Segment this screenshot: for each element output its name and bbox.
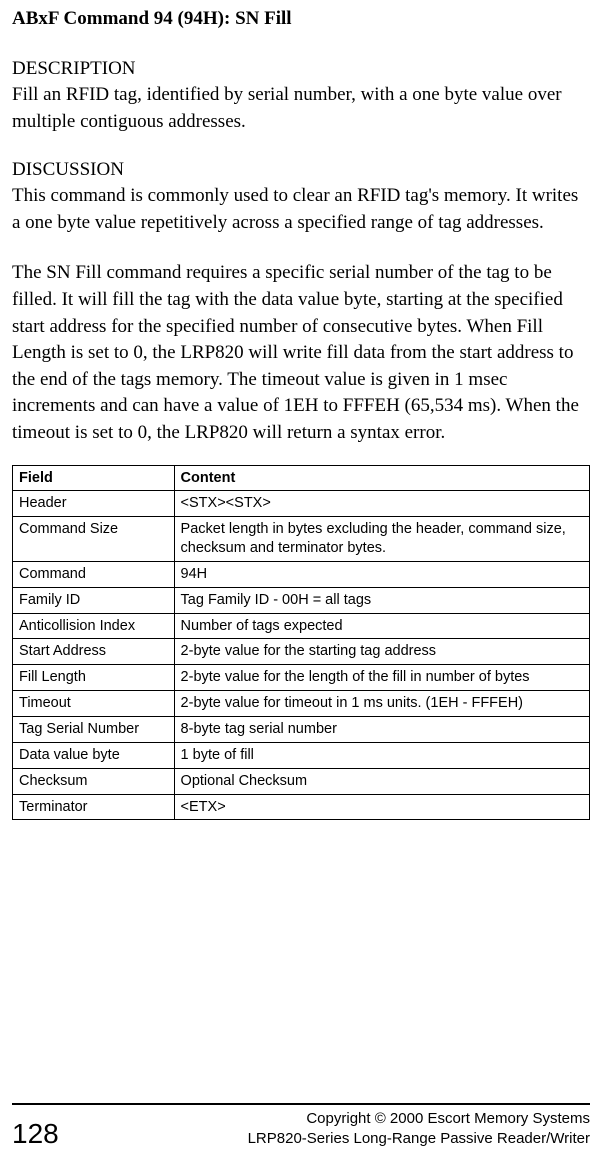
- cell-field: Command: [13, 561, 175, 587]
- cell-field: Timeout: [13, 691, 175, 717]
- command-table: Field Content Header<STX><STX> Command S…: [12, 465, 590, 821]
- description-heading: DESCRIPTION: [12, 58, 590, 80]
- cell-field: Tag Serial Number: [13, 716, 175, 742]
- cell-field: Header: [13, 491, 175, 517]
- cell-field: Data value byte: [13, 742, 175, 768]
- footer-divider: [12, 1103, 590, 1105]
- cell-field: Checksum: [13, 768, 175, 794]
- cell-content: Tag Family ID - 00H = all tags: [174, 587, 589, 613]
- cell-field: Fill Length: [13, 665, 175, 691]
- table-row: Data value byte1 byte of fill: [13, 742, 590, 768]
- cell-content: 94H: [174, 561, 589, 587]
- table-row: Terminator<ETX>: [13, 794, 590, 820]
- cell-content: Number of tags expected: [174, 613, 589, 639]
- cell-field: Anticollision Index: [13, 613, 175, 639]
- table-row: Timeout2-byte value for timeout in 1 ms …: [13, 691, 590, 717]
- table-row: Start Address2-byte value for the starti…: [13, 639, 590, 665]
- cell-content: 8-byte tag serial number: [174, 716, 589, 742]
- cell-content: 2-byte value for the starting tag addres…: [174, 639, 589, 665]
- table-row: ChecksumOptional Checksum: [13, 768, 590, 794]
- discussion-heading: DISCUSSION: [12, 159, 590, 181]
- discussion-p2: The SN Fill command requires a specific …: [12, 260, 590, 446]
- table-row: Command SizePacket length in bytes exclu…: [13, 517, 590, 562]
- cell-content: 2-byte value for the length of the fill …: [174, 665, 589, 691]
- cell-field: Start Address: [13, 639, 175, 665]
- cell-content: Packet length in bytes excluding the hea…: [174, 517, 589, 562]
- description-text: Fill an RFID tag, identified by serial n…: [12, 82, 590, 135]
- cell-content: Optional Checksum: [174, 768, 589, 794]
- header-field: Field: [13, 465, 175, 491]
- table-row: Fill Length2-byte value for the length o…: [13, 665, 590, 691]
- footer-product: LRP820-Series Long-Range Passive Reader/…: [248, 1129, 590, 1149]
- table-header-row: Field Content: [13, 465, 590, 491]
- cell-content: <STX><STX>: [174, 491, 589, 517]
- table-row: Anticollision IndexNumber of tags expect…: [13, 613, 590, 639]
- header-content: Content: [174, 465, 589, 491]
- table-row: Family IDTag Family ID - 00H = all tags: [13, 587, 590, 613]
- footer-copyright: Copyright © 2000 Escort Memory Systems: [248, 1109, 590, 1129]
- discussion-p1: This command is commonly used to clear a…: [12, 183, 590, 236]
- cell-content: 1 byte of fill: [174, 742, 589, 768]
- cell-field: Command Size: [13, 517, 175, 562]
- page-title: ABxF Command 94 (94H): SN Fill: [12, 8, 590, 30]
- page-footer: 128 Copyright © 2000 Escort Memory Syste…: [12, 1103, 590, 1148]
- cell-content: 2-byte value for timeout in 1 ms units. …: [174, 691, 589, 717]
- cell-field: Family ID: [13, 587, 175, 613]
- table-row: Header<STX><STX>: [13, 491, 590, 517]
- page-number: 128: [12, 1120, 59, 1148]
- table-row: Tag Serial Number8-byte tag serial numbe…: [13, 716, 590, 742]
- table-row: Command94H: [13, 561, 590, 587]
- cell-content: <ETX>: [174, 794, 589, 820]
- footer-text: Copyright © 2000 Escort Memory Systems L…: [248, 1109, 590, 1148]
- cell-field: Terminator: [13, 794, 175, 820]
